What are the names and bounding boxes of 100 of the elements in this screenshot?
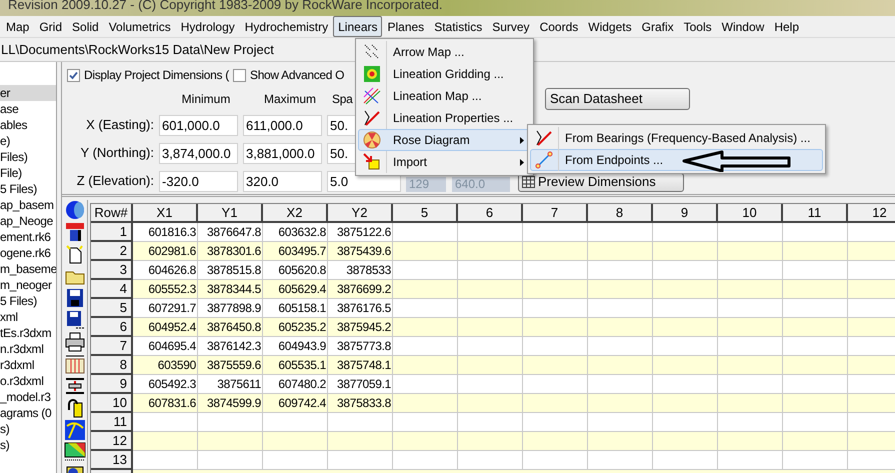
angle-arrow-icon	[363, 109, 381, 127]
exit-icon[interactable]	[64, 222, 86, 242]
row-number-cell[interactable]: 13	[91, 451, 133, 470]
tree-item[interactable]: tEs.r3dxm	[0, 325, 56, 341]
row-number-cell[interactable]: 11	[91, 413, 133, 432]
menu-item[interactable]: Widgets	[583, 16, 637, 37]
tree-item[interactable]: r3dxml	[0, 357, 56, 373]
tree-item[interactable]: 5 Files)	[0, 293, 56, 309]
column-header[interactable]: 9	[653, 204, 718, 223]
row-number-cell[interactable]: 6	[91, 318, 133, 337]
tree-item[interactable]: _model.r3	[0, 389, 56, 405]
menu-item[interactable]: Grafix	[636, 16, 679, 37]
menu-option[interactable]: From Bearings (Frequency-Based Analysis) ...	[530, 127, 823, 149]
table-icon	[522, 176, 535, 188]
tree-item[interactable]: 5 Files)	[0, 181, 56, 197]
minimum-field[interactable]: -320.0	[159, 170, 238, 192]
new-file-icon[interactable]	[64, 244, 86, 264]
maximum-field[interactable]: 320.0	[243, 170, 322, 192]
checkbox-label: Display Project Dimensions (	[84, 67, 229, 84]
menu-item[interactable]: Statistics	[429, 16, 488, 37]
maximum-field[interactable]: 3,881,000.0	[243, 142, 322, 164]
maximum-field[interactable]: 611,000.0	[243, 114, 322, 136]
tree-item[interactable]: agrams (0	[0, 405, 56, 421]
tree-item[interactable]: n.r3dxml	[0, 341, 56, 357]
tree-item[interactable]: File)	[0, 165, 56, 181]
checkbox[interactable]	[67, 68, 80, 82]
menu-item[interactable]: Linears	[333, 16, 382, 37]
menu-item[interactable]: Tools	[678, 16, 717, 37]
axis-label: Y (Northing):	[80, 144, 154, 162]
column-header[interactable]: 6	[458, 204, 523, 223]
tree-item[interactable]: m_neoger	[0, 277, 56, 293]
tree-item[interactable]: Files)	[0, 149, 56, 165]
column-header[interactable]: 10	[718, 204, 783, 223]
tree-item[interactable]: ables	[0, 117, 56, 133]
readonly-field: 129	[406, 176, 446, 192]
column-header[interactable]: X1	[133, 204, 198, 223]
rose-diagram-icon	[363, 131, 381, 149]
tree-item[interactable]: s)	[0, 437, 56, 453]
menu-item[interactable]: Hydrochemistry	[240, 16, 334, 37]
tree-item[interactable]: e)	[0, 133, 56, 149]
menu-item[interactable]: Map	[1, 16, 34, 37]
minimum-field[interactable]: 3,874,000.0	[159, 142, 238, 164]
column-header[interactable]: 11	[783, 204, 848, 223]
row-number-cell[interactable]: 12	[91, 432, 133, 451]
menu-option[interactable]: Lineation Map ...	[358, 85, 531, 107]
rows-icon[interactable]	[64, 376, 86, 396]
tree-item[interactable]: s)	[0, 421, 56, 437]
columns-icon[interactable]	[64, 354, 86, 374]
row-number-cell[interactable]: 8	[91, 356, 133, 375]
minimum-field[interactable]: 601,000.0	[159, 114, 238, 136]
menu-option[interactable]: Import	[358, 151, 531, 173]
printer-icon[interactable]	[64, 332, 86, 352]
row-number-cell[interactable]: 10	[91, 394, 133, 413]
line-endpoints-icon	[535, 151, 553, 169]
menu-item[interactable]: Solid	[67, 16, 104, 37]
tree-item[interactable]: xml	[0, 309, 56, 325]
column-header[interactable]: X2	[263, 204, 328, 223]
color-map-icon[interactable]	[64, 442, 86, 462]
menu-item[interactable]: Window	[716, 16, 770, 37]
row-number-cell[interactable]: 3	[91, 261, 133, 280]
grid-map-icon	[363, 65, 381, 83]
column-header[interactable]: 8	[588, 204, 653, 223]
tree-item[interactable]: ap_basem	[0, 197, 56, 213]
import-icon	[363, 153, 381, 171]
row-number-cell[interactable]: 4	[91, 280, 133, 299]
menu-item[interactable]: Hydrology	[176, 16, 240, 37]
oval-icon[interactable]	[64, 200, 86, 220]
tree-item[interactable]: ogene.rk6	[0, 245, 56, 261]
menu-item[interactable]: Survey	[487, 16, 535, 37]
menu-item[interactable]: Grid	[34, 16, 68, 37]
column-heading: Minimum	[180, 91, 232, 108]
menu-item[interactable]: Coords	[534, 16, 584, 37]
column-header[interactable]: 7	[523, 204, 588, 223]
tree-item[interactable]: ap_Neoge	[0, 213, 56, 229]
column-header[interactable]: 12	[848, 204, 895, 223]
tree-item[interactable]: ase	[0, 101, 56, 117]
column-header[interactable]: Row#	[91, 204, 133, 223]
menu-option[interactable]: Lineation Properties ...	[358, 107, 531, 129]
tree-item[interactable]: o.r3dxml	[0, 373, 56, 389]
tree-item[interactable]: er	[0, 85, 56, 101]
menu-option[interactable]: Arrow Map ...	[358, 41, 531, 63]
row-number-cell[interactable]: 5	[91, 299, 133, 318]
scan-datasheet-button[interactable]: Scan Datasheet	[545, 88, 690, 110]
row-number-cell[interactable]: 2	[91, 242, 133, 261]
menu-option[interactable]: Lineation Gridding ...	[358, 63, 531, 85]
tree-item[interactable]: ement.rk6	[0, 229, 56, 245]
menu-item[interactable]: Help	[769, 16, 804, 37]
angle-arrow-icon	[535, 129, 553, 147]
arrows-icon	[363, 43, 381, 61]
row-number-cell[interactable]: 1	[91, 223, 133, 242]
menu-item[interactable]: Planes	[382, 16, 430, 37]
menu-item[interactable]: Volumetrics	[104, 16, 176, 37]
column-header[interactable]: 5	[393, 204, 458, 223]
row-number-cell[interactable]: 9	[91, 375, 133, 394]
row-number-cell[interactable]: 7	[91, 337, 133, 356]
checkbox[interactable]	[232, 68, 246, 82]
column-header[interactable]: Y2	[328, 204, 393, 223]
pickaxe-icon[interactable]	[64, 420, 86, 440]
project-path: LL\Documents\RockWorks15 Data\New Project	[1, 40, 274, 59]
column-header[interactable]: Y1	[198, 204, 263, 223]
